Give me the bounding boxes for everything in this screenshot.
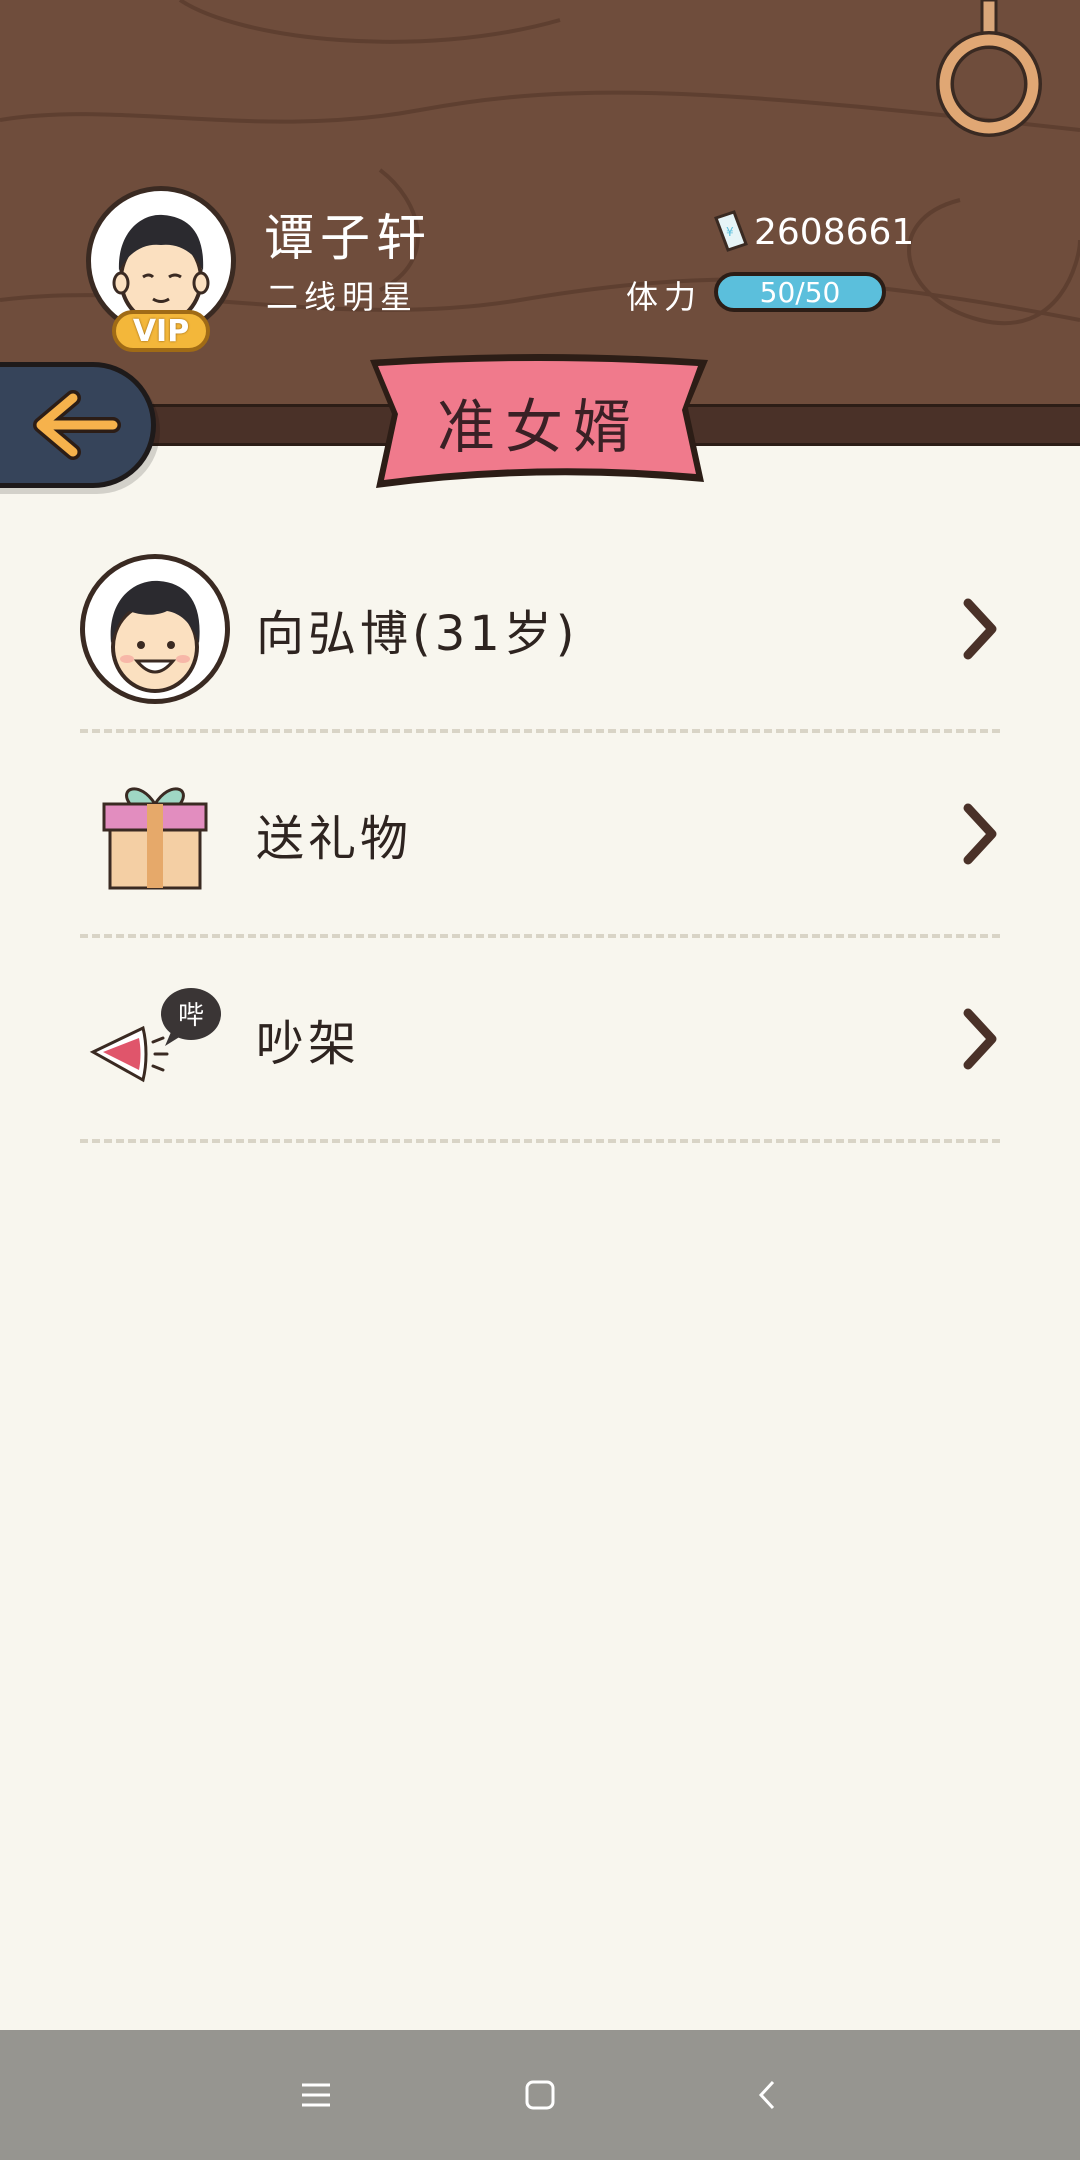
boy-avatar-icon (80, 553, 230, 704)
home-square-icon (525, 2080, 555, 2110)
player-name: 谭子轩 (264, 209, 432, 267)
chevron-right-icon (963, 803, 997, 864)
back-nav-button[interactable] (738, 2065, 798, 2125)
svg-text:¥: ¥ (726, 225, 734, 239)
menu-icon (302, 2083, 330, 2107)
page-title-ribbon: 准女婿 (364, 352, 714, 492)
banknote-icon: ¥ (714, 210, 748, 252)
menu-button[interactable] (286, 2065, 346, 2125)
list-item-label: 吵架 (256, 1015, 361, 1072)
list-item-icon: 哔 (80, 964, 230, 1114)
list-item-label: 向弘博(31岁) (256, 605, 579, 662)
list-item-send-gift[interactable]: 送礼物 (80, 733, 1000, 938)
stamina-label: 体力 (626, 278, 703, 316)
back-button[interactable] (0, 362, 156, 488)
list-item-icon (80, 553, 230, 704)
page-title: 准女婿 (436, 393, 641, 461)
player-rank-title: 二线明星 (266, 278, 419, 316)
player-avatar[interactable]: VIP (86, 186, 236, 352)
list-item-son-in-law[interactable]: 向弘博(31岁) (80, 528, 1000, 733)
stamina-bar: 50/50 (714, 272, 886, 312)
home-button[interactable] (510, 2065, 570, 2125)
arrow-left-icon (33, 390, 121, 460)
list-item-quarrel[interactable]: 哔 吵架 (80, 938, 1000, 1143)
chevron-right-icon (963, 1008, 997, 1069)
list-item-label: 送礼物 (256, 810, 413, 867)
ring-hanger-icon[interactable] (936, 0, 1042, 140)
chevron-right-icon (963, 598, 997, 659)
stamina-value: 50/50 (759, 275, 841, 309)
shouting-mouth-icon: 哔 (89, 987, 221, 1082)
list-item-icon (80, 759, 230, 909)
money-value: 2608661 (754, 211, 915, 253)
money-display: ¥ 2608661 (712, 208, 914, 256)
bubble-text: 哔 (178, 1001, 204, 1031)
system-navigation-bar (0, 2030, 1080, 2160)
vip-badge: VIP (112, 310, 210, 352)
gift-box-icon (102, 786, 208, 889)
chevron-left-icon (758, 2080, 775, 2110)
